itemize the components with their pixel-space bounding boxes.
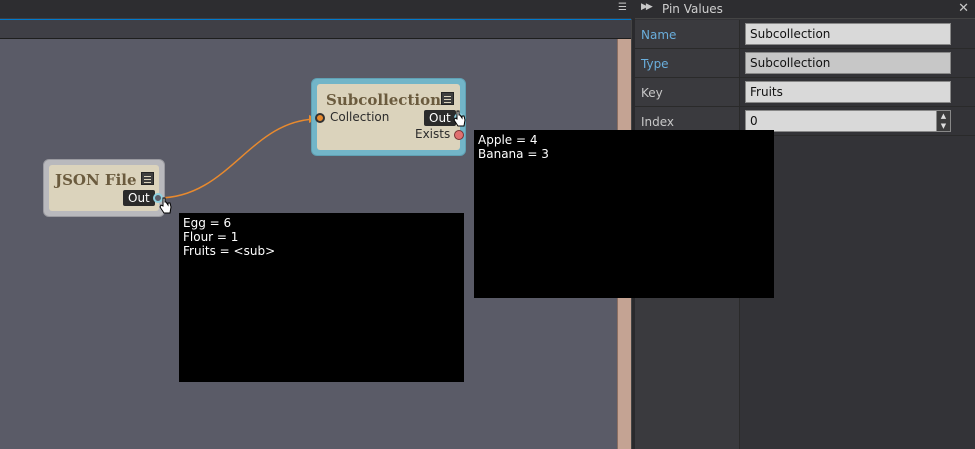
name-field[interactable]: Subcollection	[745, 23, 951, 45]
index-field[interactable]: 0	[745, 110, 937, 132]
index-spinner[interactable]: ▲ ▼	[936, 110, 951, 132]
key-field[interactable]: Fruits	[745, 81, 951, 103]
exists-pin-label: Exists	[415, 127, 451, 141]
property-row-key: Key Fruits	[635, 78, 975, 107]
exists-output-pin[interactable]	[454, 130, 464, 140]
tooltip-line: Flour = 1	[183, 230, 239, 244]
property-row-type: Type Subcollection	[635, 49, 975, 78]
panel-header: ▶▶ Pin Values ✕	[635, 0, 975, 19]
property-label: Key	[641, 86, 663, 100]
application-window: ☰ JSON File Out Subcollection Collection…	[0, 0, 975, 449]
property-label: Type	[641, 57, 669, 71]
tooltip-line: Egg = 6	[183, 216, 232, 230]
subcollection-node-title: Subcollection	[326, 91, 441, 109]
json-out-tooltip: Egg = 6 Flour = 1 Fruits = <sub>	[179, 213, 464, 382]
collection-pin-label: Collection	[330, 110, 390, 124]
tooltip-line: Apple = 4	[478, 133, 538, 147]
subcollection-node-menu-icon[interactable]	[441, 92, 454, 105]
subcollection-node[interactable]: Subcollection Collection Out Exists	[311, 78, 466, 156]
editor-top-bar: ☰	[0, 0, 631, 19]
property-label: Index	[641, 115, 675, 129]
subcollection-out-tooltip: Apple = 4 Banana = 3	[474, 130, 774, 298]
editor-tab-strip	[0, 19, 631, 39]
json-file-node-menu-icon[interactable]	[141, 172, 154, 185]
close-icon[interactable]: ✕	[958, 1, 969, 16]
tooltip-line: Banana = 3	[478, 147, 549, 161]
property-label: Name	[641, 28, 677, 42]
json-file-out-label: Out	[123, 190, 155, 206]
collection-input-pin[interactable]	[315, 113, 325, 123]
subcollection-out-label: Out	[424, 110, 456, 126]
hand-cursor-icon	[453, 110, 466, 127]
property-row-name: Name Subcollection	[635, 20, 975, 49]
type-field[interactable]: Subcollection	[745, 52, 951, 74]
panel-title: Pin Values	[662, 2, 723, 16]
hand-cursor-icon	[159, 197, 172, 214]
hamburger-menu-icon[interactable]: ☰	[618, 3, 627, 13]
json-file-node-title: JSON File	[55, 171, 137, 189]
json-file-node[interactable]: JSON File Out	[43, 159, 165, 217]
expand-arrows-icon[interactable]: ▶▶	[641, 2, 653, 12]
tooltip-line: Fruits = <sub>	[183, 244, 276, 258]
